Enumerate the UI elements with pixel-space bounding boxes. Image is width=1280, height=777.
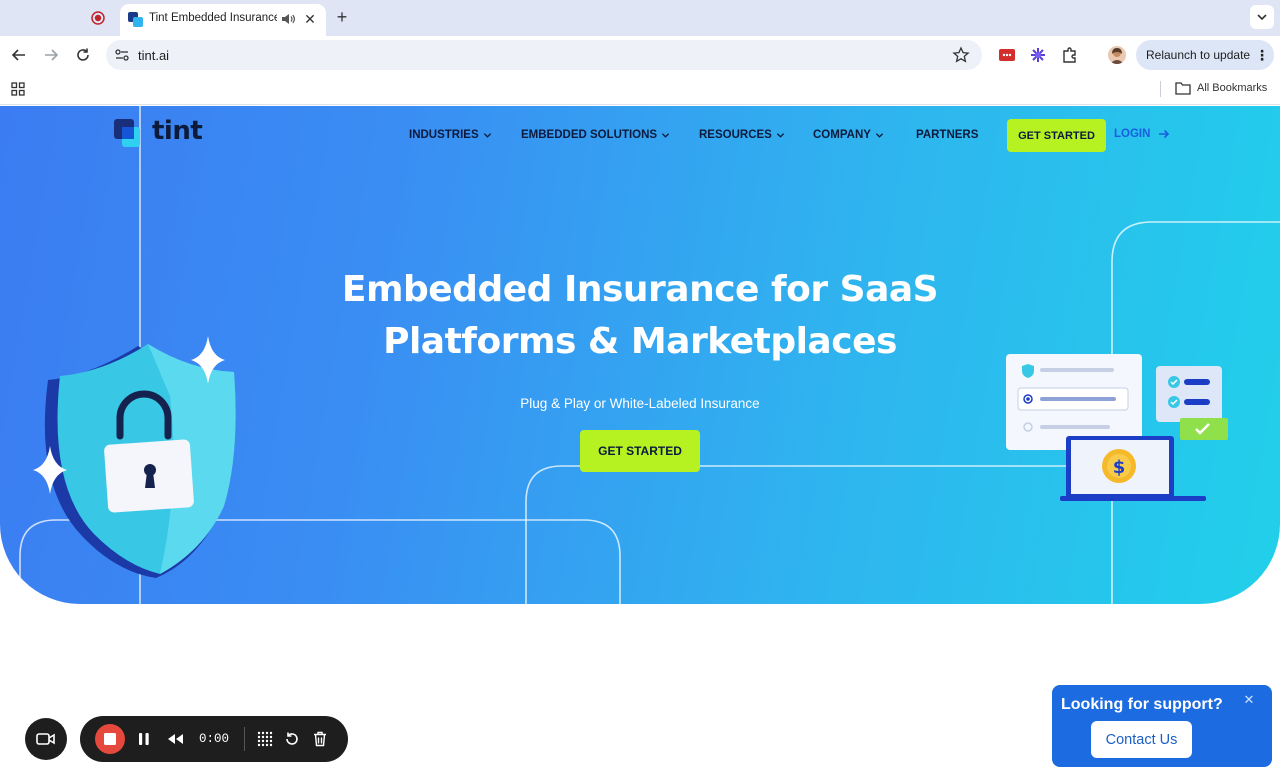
- tint-logo[interactable]: tint: [114, 116, 206, 149]
- recorder-controls: 0:00: [80, 716, 348, 762]
- hero-subtitle: Plug & Play or White-Labeled Insurance: [520, 396, 760, 411]
- restart-button[interactable]: [282, 729, 302, 749]
- site-info-icon[interactable]: [114, 47, 130, 63]
- login-link[interactable]: LOGIN: [1114, 128, 1170, 140]
- chevron-down-icon: [661, 132, 670, 138]
- brand-name: tint: [152, 116, 203, 146]
- nav-partners-label: PARTNERS: [916, 129, 979, 141]
- nav-resources-label: RESOURCES: [699, 129, 772, 141]
- chevron-down-icon[interactable]: [1250, 5, 1274, 29]
- stop-icon: [104, 733, 116, 745]
- tab-bar: Tint Embedded Insurance ✕ +: [0, 0, 1280, 36]
- grid-icon: [257, 731, 273, 747]
- bookmarks-bar: All Bookmarks: [0, 74, 1280, 105]
- divider: [1160, 81, 1161, 97]
- nav-embedded-solutions-label: EMBEDDED SOLUTIONS: [521, 129, 658, 141]
- address-bar[interactable]: tint.ai: [106, 40, 982, 70]
- svg-text:$: $: [1113, 457, 1126, 478]
- stop-button[interactable]: [95, 724, 125, 754]
- support-title: Looking for support?: [1061, 696, 1223, 713]
- camera-icon: [36, 733, 55, 745]
- close-icon[interactable]: ✕: [1242, 693, 1256, 707]
- devices-illustration: $: [1006, 354, 1228, 501]
- relaunch-button[interactable]: Relaunch to update ⋮: [1136, 40, 1274, 70]
- nav-embedded-solutions[interactable]: EMBEDDED SOLUTIONS: [521, 129, 670, 141]
- camera-toggle-button[interactable]: [25, 718, 67, 760]
- rewind-button[interactable]: [165, 729, 185, 749]
- apps-grid-icon[interactable]: [11, 82, 25, 96]
- tab-tint[interactable]: Tint Embedded Insurance ✕: [120, 4, 326, 36]
- arrow-right-icon: [1159, 129, 1170, 139]
- support-widget: Looking for support? ✕ Contact Us: [1052, 685, 1272, 767]
- url-text[interactable]: tint.ai: [138, 48, 169, 63]
- divider: [244, 727, 245, 751]
- shield-lock-illustration: [33, 336, 236, 578]
- reload-icon[interactable]: [72, 44, 94, 66]
- close-icon[interactable]: ✕: [301, 10, 319, 28]
- puzzle-icon[interactable]: [1061, 46, 1079, 64]
- chevron-down-icon: [483, 132, 491, 138]
- hero-title-line2: Platforms & Marketplaces: [383, 321, 897, 362]
- contact-us-button[interactable]: Contact Us: [1091, 721, 1192, 758]
- speaker-icon[interactable]: [280, 11, 296, 27]
- chevron-down-icon: [875, 132, 884, 138]
- hero-title-line1: Embedded Insurance for SaaS: [341, 269, 939, 310]
- recording-timer: 0:00: [199, 732, 230, 746]
- login-label: LOGIN: [1114, 128, 1151, 140]
- grid-button[interactable]: [255, 729, 275, 749]
- nav-company[interactable]: COMPANY: [813, 129, 884, 141]
- all-bookmarks-link[interactable]: All Bookmarks: [1197, 82, 1267, 94]
- relaunch-label: Relaunch to update: [1146, 48, 1251, 62]
- extension-icon[interactable]: [998, 46, 1016, 64]
- nav-industries[interactable]: INDUSTRIES: [409, 129, 492, 141]
- folder-icon[interactable]: [1175, 81, 1191, 95]
- nav-resources[interactable]: RESOURCES: [699, 129, 785, 141]
- nav-industries-label: INDUSTRIES: [409, 129, 479, 141]
- avatar[interactable]: [1108, 46, 1126, 64]
- trash-icon: [314, 731, 326, 747]
- get-started-nav-button[interactable]: GET STARTED: [1007, 119, 1106, 152]
- chevron-down-icon: [776, 132, 784, 138]
- get-started-hero-button[interactable]: GET STARTED: [580, 430, 700, 472]
- tint-favicon: [128, 12, 143, 27]
- delete-button[interactable]: [310, 729, 330, 749]
- plus-icon[interactable]: +: [332, 7, 352, 27]
- nav-partners[interactable]: PARTNERS: [916, 129, 978, 141]
- star-icon[interactable]: [952, 46, 970, 64]
- restart-icon: [286, 732, 298, 745]
- back-icon[interactable]: [8, 44, 30, 66]
- pause-icon: [139, 733, 149, 745]
- hero-title: Embedded Insurance for SaaS Platforms & …: [290, 264, 990, 368]
- extension-icon[interactable]: [1029, 46, 1047, 64]
- tab-title: Tint Embedded Insurance: [149, 12, 277, 24]
- pause-button[interactable]: [134, 729, 154, 749]
- hero-section: tint INDUSTRIES EMBEDDED SOLUTIONS RESOU…: [0, 106, 1280, 604]
- record-icon[interactable]: [90, 10, 106, 26]
- forward-icon[interactable]: [40, 44, 62, 66]
- nav-company-label: COMPANY: [813, 129, 871, 141]
- browser-toolbar: tint.ai Relaunch to update ⋮: [0, 36, 1280, 74]
- kebab-icon[interactable]: ⋮: [1254, 46, 1270, 64]
- rewind-icon: [168, 734, 183, 744]
- tint-logo-mark: [114, 119, 140, 147]
